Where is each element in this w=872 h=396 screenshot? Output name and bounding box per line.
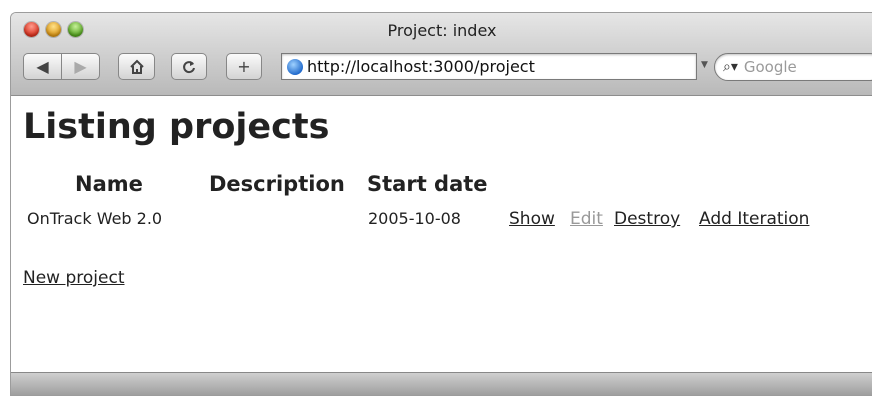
column-header-start-date: Start date [367,172,488,196]
new-project-link[interactable]: New project [23,268,125,288]
forward-button[interactable]: ▶ [62,53,100,80]
address-bar[interactable]: http://localhost:3000/project [281,53,697,80]
forward-arrow-icon: ▶ [74,57,87,76]
edit-link[interactable]: Edit [570,209,603,229]
show-link[interactable]: Show [509,209,555,229]
start-date-cell: 2005-10-08 [368,209,461,228]
page-content: Listing projects Name Description Start … [11,96,872,373]
home-button[interactable] [118,53,155,80]
add-iteration-link[interactable]: Add Iteration [699,209,809,229]
search-bar[interactable]: ⌕▾ [714,53,872,81]
column-header-name: Name [75,172,143,196]
reload-icon [183,60,195,73]
destroy-link[interactable]: Destroy [614,209,680,229]
url-text[interactable]: http://localhost:3000/project [307,57,535,76]
window-title: Project: index [387,21,497,40]
status-bar [11,372,872,395]
project-name-cell: OnTrack Web 2.0 [27,209,163,228]
url-history-icon[interactable]: ▼ [701,60,708,70]
search-icon[interactable]: ⌕▾ [723,59,738,75]
back-arrow-icon: ◀ [36,57,49,76]
globe-icon [287,58,303,75]
reload-button[interactable] [171,53,207,80]
plus-icon: + [237,57,251,76]
back-button[interactable]: ◀ [23,53,62,80]
title-bar: Project: index ◀ ▶ + http://localhost:30… [11,13,872,96]
column-header-description: Description [209,172,345,196]
add-bookmark-button[interactable]: + [226,53,262,80]
page-title: Listing projects [23,107,330,147]
home-icon [129,59,144,74]
browser-window: Project: index ◀ ▶ + http://localhost:30… [10,12,872,396]
search-input[interactable] [743,58,854,76]
